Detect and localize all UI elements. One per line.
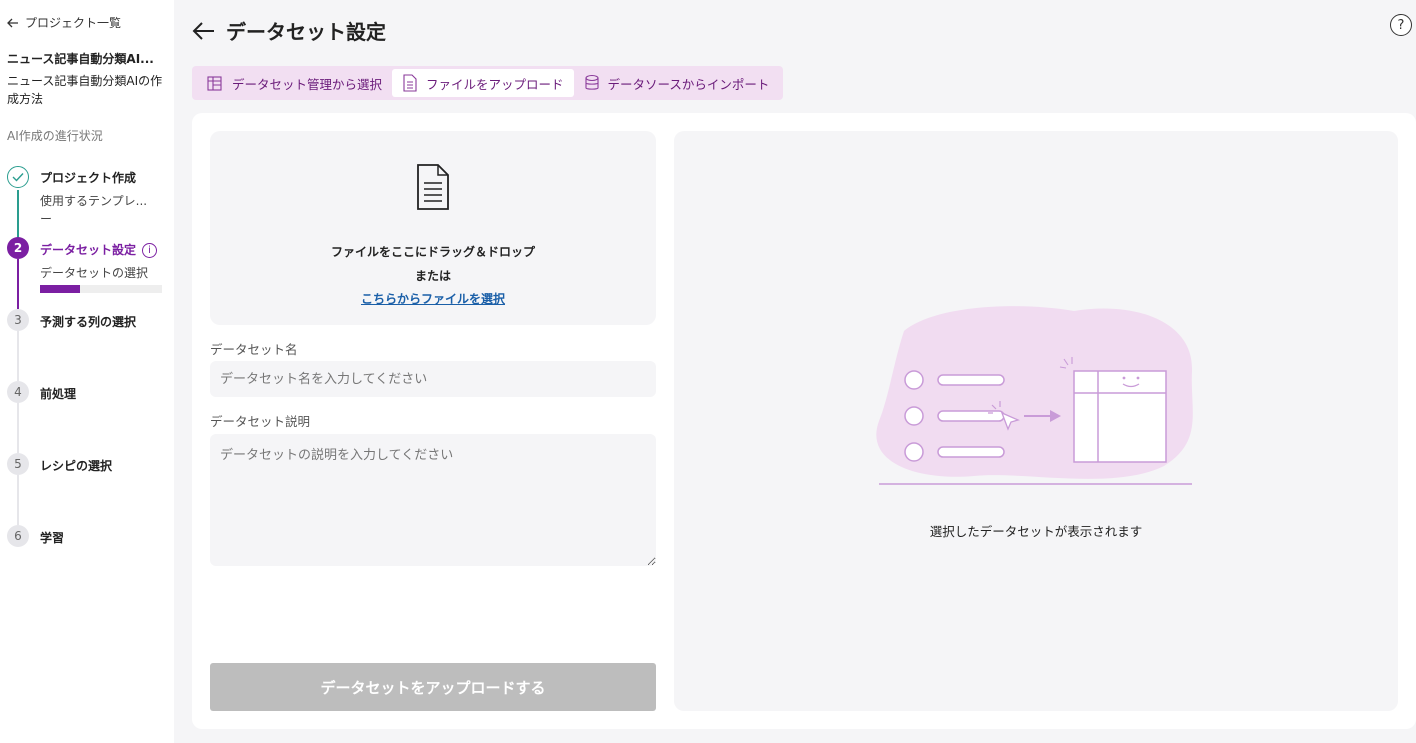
upload-dataset-button[interactable]: データセットをアップロードする — [210, 663, 656, 711]
step-1-check-icon — [7, 166, 29, 188]
dataset-name-input[interactable] — [210, 361, 656, 397]
step-5-number: 5 — [7, 453, 29, 475]
page-title: データセット設定 — [226, 20, 386, 44]
progress-title: AI作成の進行状況 — [7, 129, 103, 143]
file-icon — [403, 74, 417, 92]
step-2-label: データセット設定 — [40, 243, 137, 257]
preview-empty-message: 選択したデータセットが表示されます — [929, 524, 1143, 539]
dataset-desc-textarea[interactable] — [210, 434, 656, 566]
help-icon[interactable]: ? — [1390, 14, 1412, 36]
sidebar: プロジェクト一覧 ニュース記事自動分類AI... ニュース記事自動分類AIの作成… — [0, 0, 174, 743]
document-icon — [417, 164, 449, 210]
empty-dataset-illustration — [876, 306, 1193, 485]
step-1-sub2: ー — [40, 212, 53, 226]
source-tabs: データセット管理から選択 ファイルをアップロード データソースからインポート — [192, 66, 784, 100]
dataset-desc-label: データセット説明 — [210, 414, 311, 429]
dataset-preview-panel: 選択したデータセットが表示されます — [674, 131, 1398, 711]
back-link-label: プロジェクト一覧 — [25, 16, 122, 30]
tab-label: データセット管理から選択 — [232, 76, 383, 92]
tab-label: データソースからインポート — [607, 76, 770, 92]
step-6-number: 6 — [7, 525, 29, 547]
step-1-sub: 使用するテンプレ... — [40, 194, 148, 208]
arrow-left-icon — [7, 18, 18, 27]
step-2-sub: データセットの選択 — [40, 266, 149, 280]
project-name: ニュース記事自動分類AI... — [7, 52, 154, 66]
select-file-link[interactable]: こちらからファイルを選択 — [210, 290, 656, 307]
step-5-label[interactable]: レシピの選択 — [40, 457, 112, 474]
page-header: データセット設定 — [192, 16, 386, 45]
step-3-label[interactable]: 予測する列の選択 — [40, 313, 136, 330]
tab-dataset-management[interactable]: データセット管理から選択 — [196, 69, 392, 97]
project-description: ニュース記事自動分類AIの作成方法 — [7, 74, 163, 106]
step-6-label[interactable]: 学習 — [40, 529, 64, 546]
info-icon[interactable]: i — [142, 243, 158, 258]
step-2-number: 2 — [7, 237, 29, 259]
step-2-label-row[interactable]: データセット設定 i — [40, 241, 158, 258]
step-4-label[interactable]: 前処理 — [40, 385, 76, 402]
file-dropzone[interactable]: ファイルをここにドラッグ＆ドロップ または こちらからファイルを選択 — [210, 131, 656, 325]
dataset-table-icon — [207, 76, 222, 91]
step-1-label[interactable]: プロジェクト作成 — [40, 169, 136, 186]
step-2-progress-bar — [40, 285, 162, 293]
upload-card: ファイルをここにドラッグ＆ドロップ または こちらからファイルを選択 データセッ… — [192, 113, 1416, 729]
step-connector — [17, 331, 19, 381]
step-connector-active — [17, 259, 19, 309]
dropzone-or: または — [414, 269, 451, 283]
step-2-progress-fill — [40, 285, 81, 293]
back-to-projects-link[interactable]: プロジェクト一覧 — [7, 14, 121, 31]
dropzone-text: ファイルをここにドラッグ＆ドロップ — [330, 245, 535, 259]
step-connector-done — [17, 190, 19, 238]
step-3-number: 3 — [7, 309, 29, 331]
back-arrow-icon[interactable] — [192, 21, 216, 41]
tab-data-source-import[interactable]: データソースからインポート — [574, 69, 780, 97]
tab-file-upload[interactable]: ファイルをアップロード — [392, 69, 574, 97]
step-4-number: 4 — [7, 381, 29, 403]
dataset-name-label: データセット名 — [210, 342, 298, 357]
step-connector — [17, 403, 19, 453]
step-connector — [17, 475, 19, 525]
database-icon — [584, 74, 599, 90]
tab-label: ファイルをアップロード — [426, 76, 564, 92]
